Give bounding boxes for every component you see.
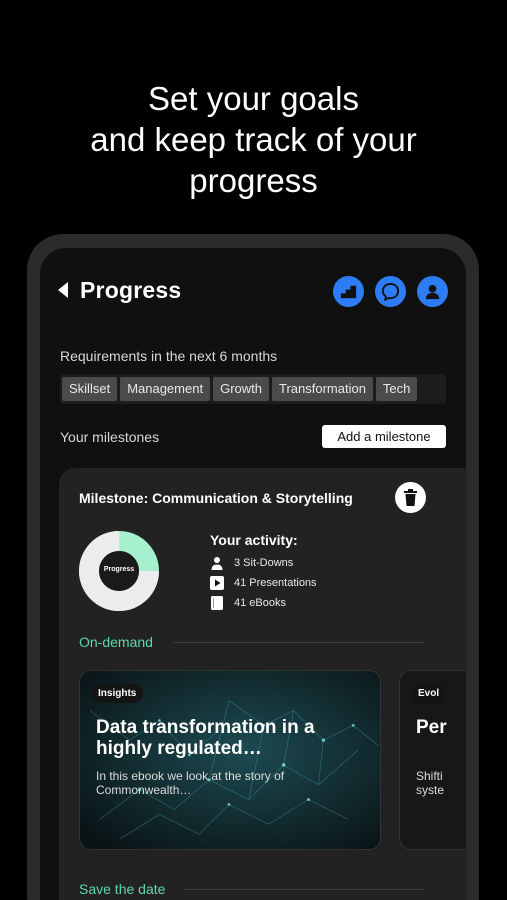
activity-title: Your activity: xyxy=(210,532,298,548)
headline: Set your goals and keep track of your pr… xyxy=(0,78,507,201)
tag-transformation[interactable]: Transformation xyxy=(271,377,373,401)
tile-title: Per xyxy=(416,717,447,738)
progress-label: Progress xyxy=(103,566,135,573)
person-icon xyxy=(210,556,224,570)
page-title: Progress xyxy=(80,277,182,303)
activity-item: 41 eBooks xyxy=(210,593,317,613)
requirements-label: Requirements in the next 6 months xyxy=(60,348,278,364)
chart-steps-icon[interactable] xyxy=(333,276,364,307)
tile-subtitle: In this ebook we look at the story of Co… xyxy=(96,769,285,797)
tag-management[interactable]: Management xyxy=(120,377,211,401)
on-demand-heading: On-demand xyxy=(79,634,153,650)
add-milestone-button[interactable]: Add a milestone xyxy=(322,425,446,448)
activity-item: 41 Presentations xyxy=(210,573,317,593)
headline-line-1: Set your goals xyxy=(148,80,359,117)
milestone-title: Milestone: Communication & Storytelling xyxy=(79,490,353,506)
top-bar: Progress xyxy=(58,276,448,310)
activity-text: 41 eBooks xyxy=(234,597,286,609)
chat-bubble-icon[interactable] xyxy=(375,276,406,307)
activity-item: 3 Sit-Downs xyxy=(210,553,317,573)
tile-title: Data transformation in a highly regulate… xyxy=(96,717,315,759)
back-icon[interactable] xyxy=(58,282,68,298)
tag-growth[interactable]: Growth xyxy=(213,377,269,401)
book-icon xyxy=(210,596,224,610)
activity-text: 41 Presentations xyxy=(234,577,317,589)
content-tile[interactable]: Evol Per Shifti syste xyxy=(399,670,466,850)
header-actions xyxy=(333,276,448,307)
tag-tech[interactable]: Tech xyxy=(375,377,418,401)
phone-screen: Progress Requirements in the next 6 mont… xyxy=(40,248,466,900)
play-icon xyxy=(210,576,224,590)
activity-panel: Your activity: 3 Sit-Downs 41 Presentati… xyxy=(210,532,317,613)
save-the-date-heading: Save the date xyxy=(79,881,166,897)
tag-skillset[interactable]: Skillset xyxy=(62,377,118,401)
headline-line-2: and keep track of your xyxy=(90,121,417,158)
milestones-label: Your milestones xyxy=(60,429,160,445)
tile-badge: Evol xyxy=(411,684,447,703)
tile-badge: Insights xyxy=(91,684,144,703)
content-tile[interactable]: Insights Data transformation in a highly… xyxy=(79,670,381,850)
divider xyxy=(173,642,425,643)
tile-subtitle: Shifti syste xyxy=(416,769,445,797)
activity-text: 3 Sit-Downs xyxy=(234,557,294,569)
trash-icon[interactable] xyxy=(395,482,426,513)
requirement-tags: Skillset Management Growth Transformatio… xyxy=(60,374,446,404)
headline-line-3: progress xyxy=(189,162,318,199)
divider xyxy=(184,889,425,890)
milestone-card: Milestone: Communication & Storytelling … xyxy=(59,468,466,900)
profile-icon[interactable] xyxy=(417,276,448,307)
